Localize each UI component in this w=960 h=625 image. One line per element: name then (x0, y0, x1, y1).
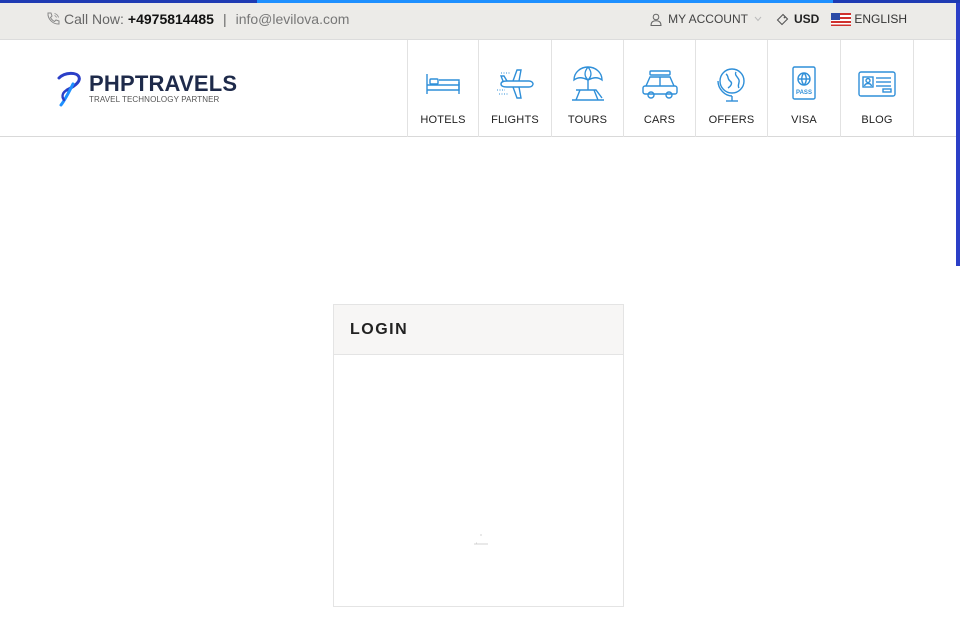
currency-label: USD (793, 12, 820, 26)
call-now-label: Call Now: (64, 11, 124, 27)
loading-spinner-icon (474, 534, 488, 545)
currency-tag-icon (776, 13, 789, 25)
globe-icon (716, 68, 745, 102)
nav-item-tours[interactable]: TOURS (552, 40, 624, 137)
page-loading-bar-fill (257, 0, 833, 3)
scrollbar[interactable] (956, 0, 960, 266)
airplane-icon (497, 69, 534, 99)
nav-label: FLIGHTS (491, 114, 539, 126)
user-icon (650, 13, 662, 26)
contact-info: Call Now: +4975814485 | info@levilova.co… (45, 11, 349, 27)
nav-label: BLOG (861, 114, 893, 126)
brand-name: PHPTRAVELS (89, 71, 238, 96)
svg-text:PASS: PASS (796, 90, 812, 96)
nav-label: VISA (791, 114, 817, 126)
brand-tagline: TRAVEL TECHNOLOGY PARTNER (89, 95, 220, 104)
nav-label: TOURS (567, 114, 608, 126)
car-icon (641, 70, 678, 99)
login-card: LOGIN (333, 304, 624, 607)
email-link[interactable]: info@levilova.com (236, 11, 350, 27)
nav-label: HOTELS (420, 114, 466, 126)
nav-item-offers[interactable]: OFFERS (696, 40, 768, 137)
nav-item-blog[interactable]: BLOG (841, 40, 914, 137)
my-account-label: MY ACCOUNT (668, 12, 748, 26)
nav-label: CARS (643, 114, 676, 126)
phone-number[interactable]: +4975814485 (128, 11, 214, 27)
page-loading-bar (0, 0, 960, 3)
language-label: ENGLISH (854, 12, 907, 26)
nav-item-cars[interactable]: CARS (624, 40, 696, 137)
main-header: PHPTRAVELS TRAVEL TECHNOLOGY PARTNER HOT… (0, 40, 960, 137)
nav-item-flights[interactable]: FLIGHTS (479, 40, 552, 137)
bed-icon (426, 74, 460, 94)
site-logo[interactable]: PHPTRAVELS TRAVEL TECHNOLOGY PARTNER (55, 70, 237, 108)
login-card-header: LOGIN (334, 305, 623, 355)
us-flag-icon (831, 12, 852, 26)
passport-icon: PASS (792, 66, 816, 100)
login-title: LOGIN (350, 321, 409, 338)
nav-label: OFFERS (708, 114, 755, 126)
top-bar-actions: MY ACCOUNT USD ENGLISH (650, 12, 907, 26)
nav-item-hotels[interactable]: HOTELS (408, 40, 479, 137)
divider: | (222, 11, 227, 27)
chevron-down-icon (754, 16, 762, 22)
nav-item-visa[interactable]: PASS VISA (768, 40, 841, 137)
id-card-icon (858, 71, 896, 97)
main-nav: HOTELS FLIGHTS TOURS CARS OFFERS PASS VI… (407, 40, 914, 137)
logo-mark-icon (57, 71, 81, 107)
beach-umbrella-icon (571, 66, 604, 101)
my-account-dropdown[interactable]: MY ACCOUNT (650, 12, 762, 26)
top-bar: Call Now: +4975814485 | info@levilova.co… (0, 0, 960, 40)
currency-selector[interactable]: USD (776, 12, 819, 26)
phone-icon (47, 12, 60, 25)
logo-text: PHPTRAVELS TRAVEL TECHNOLOGY PARTNER (89, 73, 237, 105)
language-selector[interactable]: ENGLISH (831, 12, 907, 26)
